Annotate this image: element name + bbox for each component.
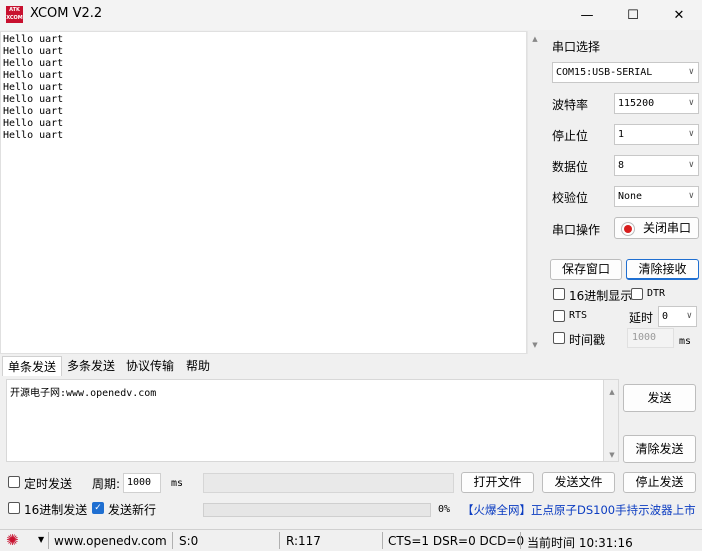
baud-select[interactable]: 115200 ∨ — [614, 93, 699, 114]
window-title: XCOM V2.2 — [30, 6, 103, 21]
dtr-checkbox[interactable] — [631, 288, 643, 300]
website-link[interactable]: www.openedv.com — [54, 534, 167, 548]
port-select[interactable]: COM15:USB-SERIAL ∨ — [552, 62, 699, 83]
tab-help[interactable]: 帮助 — [181, 356, 215, 376]
tab-protocol[interactable]: 协议传输 — [121, 356, 179, 376]
scroll-down-icon[interactable]: ▼ — [531, 341, 539, 349]
maximize-button[interactable]: ☐ — [610, 0, 656, 30]
receive-line: Hello uart — [3, 118, 64, 129]
baud-label: 波特率 — [552, 98, 589, 112]
ad-link[interactable]: 【火爆全网】正点原子DS100手持示波器上市 — [462, 502, 696, 518]
status-bar: ✺ ▼ www.openedv.com S:0 R:117 CTS=1 DSR=… — [0, 529, 702, 550]
minimize-icon: — — [580, 7, 594, 23]
timestamp-unit: ms — [679, 336, 692, 347]
timestamp-label: 时间戳 — [569, 333, 606, 347]
baud-value: 115200 — [618, 98, 655, 109]
port-label: 串口选择 — [552, 40, 601, 54]
rts-checkbox[interactable] — [553, 310, 565, 322]
gear-icon[interactable]: ✺ — [6, 532, 19, 549]
timestamp-input[interactable]: 1000 — [627, 328, 674, 348]
tab-multi-send[interactable]: 多条发送 — [62, 356, 120, 376]
send-progress-bar — [203, 503, 431, 517]
hex-display-checkbox[interactable] — [553, 288, 565, 300]
data-bits-select[interactable]: 8 ∨ — [614, 155, 699, 176]
port-op-label: 串口操作 — [552, 223, 601, 237]
send-newline-label: 发送新行 — [108, 503, 157, 517]
scroll-down-icon[interactable]: ▼ — [608, 451, 616, 459]
receive-line: Hello uart — [3, 34, 64, 45]
receive-line: Hello uart — [3, 82, 64, 93]
timestamp-checkbox[interactable] — [553, 332, 565, 344]
port-value: COM15:USB-SERIAL — [556, 67, 653, 78]
signal-status: CTS=1 DSR=0 DCD=0 — [388, 534, 525, 548]
chevron-down-icon: ∨ — [688, 160, 694, 170]
clear-receive-button[interactable]: 清除接收 — [626, 259, 699, 280]
close-button[interactable]: ✕ — [656, 0, 702, 30]
minimize-button[interactable]: — — [564, 0, 610, 30]
delay-value: 0 — [662, 311, 669, 322]
delay-label: 延时 — [629, 311, 654, 325]
app-logo: ATK XCOM — [6, 6, 23, 23]
dtr-label: DTR — [647, 288, 666, 299]
rts-label: RTS — [569, 310, 588, 321]
sent-count: S:0 — [179, 534, 199, 548]
progress-text: 0% — [438, 504, 451, 515]
timed-send-checkbox[interactable] — [8, 476, 20, 488]
close-port-button[interactable]: 关闭串口 — [614, 217, 699, 239]
send-newline-checkbox[interactable]: ✓ — [92, 502, 104, 514]
data-bits-label: 数据位 — [552, 160, 589, 174]
receive-line: Hello uart — [3, 70, 64, 81]
receive-text-area[interactable]: Hello uart Hello uart Hello uart Hello u… — [0, 31, 527, 354]
receive-line: Hello uart — [3, 46, 64, 57]
data-bits-value: 8 — [618, 160, 625, 171]
delay-select[interactable]: 0 ∨ — [658, 306, 697, 327]
logo-bottom-text: XCOM — [6, 15, 23, 21]
hex-send-label: 16进制发送 — [24, 503, 88, 517]
close-icon: ✕ — [673, 7, 685, 23]
receive-line: Hello uart — [3, 58, 64, 69]
logo-top-text: ATK — [9, 7, 20, 13]
scroll-up-icon[interactable]: ▲ — [608, 388, 616, 396]
check-icon: ✓ — [94, 503, 102, 513]
file-path-field[interactable] — [203, 473, 454, 493]
receive-scrollbar[interactable] — [527, 31, 542, 354]
parity-label: 校验位 — [552, 191, 589, 205]
hex-send-checkbox[interactable] — [8, 502, 20, 514]
open-file-button[interactable]: 打开文件 — [461, 472, 534, 493]
receive-line: Hello uart — [3, 106, 64, 117]
stop-bits-label: 停止位 — [552, 129, 589, 143]
receive-line: Hello uart — [3, 130, 64, 141]
send-text-area[interactable]: 开源电子网:www.openedv.com — [6, 379, 604, 462]
received-count: R:117 — [286, 534, 321, 548]
stop-bits-select[interactable]: 1 ∨ — [614, 124, 699, 145]
period-label: 周期: — [92, 477, 121, 491]
period-input[interactable]: 1000 — [123, 473, 161, 493]
parity-select[interactable]: None ∨ — [614, 186, 699, 207]
chevron-down-icon: ∨ — [686, 311, 692, 321]
current-time: 当前时间 10:31:16 — [527, 536, 633, 550]
chevron-down-icon[interactable]: ▼ — [38, 535, 44, 544]
close-port-label: 关闭串口 — [643, 221, 692, 235]
scroll-up-icon[interactable]: ▲ — [531, 35, 539, 43]
parity-value: None — [618, 191, 643, 202]
receive-line: Hello uart — [3, 94, 64, 105]
period-unit: ms — [171, 478, 184, 489]
tab-single-send[interactable]: 单条发送 — [2, 356, 63, 376]
title-bar[interactable]: ATK XCOM XCOM V2.2 — ☐ ✕ — [0, 0, 702, 30]
chevron-down-icon: ∨ — [688, 129, 694, 139]
maximize-icon: ☐ — [627, 7, 639, 23]
chevron-down-icon: ∨ — [688, 98, 694, 108]
timed-send-label: 定时发送 — [24, 477, 73, 491]
save-window-button[interactable]: 保存窗口 — [550, 259, 622, 280]
stop-bits-value: 1 — [618, 129, 625, 140]
stop-send-button[interactable]: 停止发送 — [623, 472, 696, 493]
chevron-down-icon: ∨ — [688, 67, 694, 77]
chevron-down-icon: ∨ — [688, 191, 694, 201]
send-button[interactable]: 发送 — [623, 384, 696, 412]
send-file-button[interactable]: 发送文件 — [542, 472, 615, 493]
record-icon — [621, 222, 635, 236]
clear-send-button[interactable]: 清除发送 — [623, 435, 696, 463]
hex-display-label: 16进制显示 — [569, 289, 633, 303]
